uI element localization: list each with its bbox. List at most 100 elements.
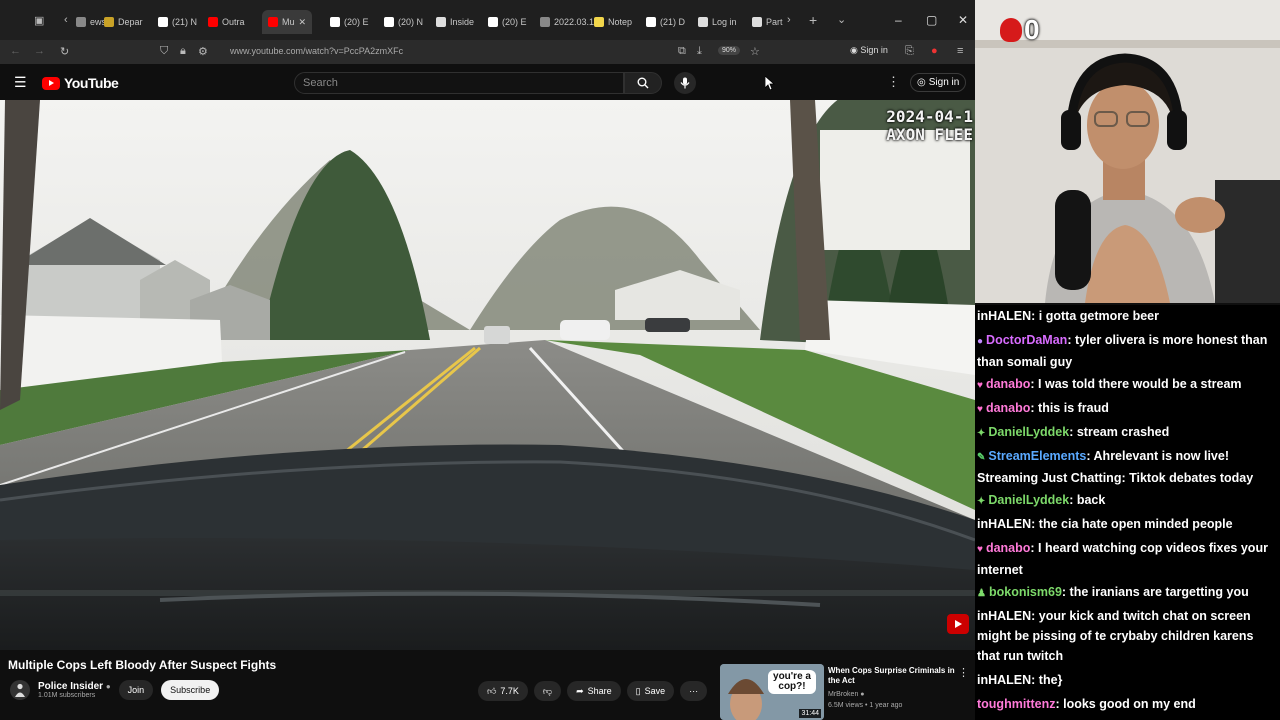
like-button[interactable]: 👍︎ 7.7K: [478, 681, 528, 701]
close-window-icon[interactable]: ✕: [958, 13, 968, 27]
browser-sign-in-button[interactable]: ◉ Sign in: [850, 45, 888, 56]
dislike-button[interactable]: 👎︎: [533, 681, 562, 701]
extensions-icon[interactable]: ⎘: [905, 45, 914, 58]
browser-tab[interactable]: (20) N: [384, 10, 423, 34]
chat-username: DanielLyddek: [988, 425, 1070, 439]
shield-icon[interactable]: ⛉: [160, 45, 168, 58]
youtube-sign-in-button[interactable]: ◎ Sign in: [910, 73, 967, 92]
search-button[interactable]: [624, 72, 662, 94]
browser-tab[interactable]: (21) N: [158, 10, 197, 34]
chat-text: : i gotta getmore beer: [1031, 309, 1159, 323]
verified-icon: ●: [105, 682, 111, 691]
channel-row: Police Insider ● 1.01M subscribers Join …: [10, 680, 220, 700]
chat-username: danabo: [985, 541, 1031, 555]
hamburger-menu-icon[interactable]: ☰: [14, 74, 27, 91]
tab-actions-icon[interactable]: ▣: [34, 14, 44, 27]
channel-watermark-icon[interactable]: [947, 614, 969, 634]
tab-favicon-icon: [436, 17, 446, 27]
police-figure-icon: [15, 683, 25, 697]
tab-label: Outra: [222, 17, 245, 27]
search-input[interactable]: Search: [294, 72, 624, 94]
chat-badge-icon: ✦: [977, 428, 986, 439]
chat-username: StreamElements: [988, 449, 1087, 463]
tab-favicon-icon: [698, 17, 708, 27]
new-tab-icon[interactable]: +: [809, 12, 817, 28]
bookmark-star-icon[interactable]: ☆: [750, 45, 760, 58]
chat-text: : the}: [1031, 673, 1063, 687]
close-tab-icon[interactable]: ✕: [299, 17, 307, 28]
browser-tab[interactable]: Outra: [208, 10, 245, 34]
settings-kebab-icon[interactable]: ⋮: [887, 74, 900, 90]
chat-message: inHALEN: the cia hate open minded people: [977, 514, 1275, 534]
more-actions-button[interactable]: ···: [680, 681, 708, 701]
back-icon[interactable]: ←: [10, 45, 21, 57]
tab-scroll-right-icon[interactable]: ›: [787, 14, 791, 26]
tab-label: Log in: [712, 17, 737, 27]
youtube-logo[interactable]: YouTube: [42, 75, 119, 91]
browser-tab[interactable]: Depar: [104, 10, 143, 34]
forward-icon[interactable]: →: [34, 45, 45, 57]
chat-badge-icon: ♥: [977, 404, 983, 415]
lock-icon[interactable]: 🔒︎: [180, 45, 186, 58]
voice-search-button[interactable]: [674, 72, 696, 94]
tab-scroll-left-icon[interactable]: ‹: [64, 14, 68, 26]
recommended-more-icon[interactable]: ⋮: [958, 666, 969, 679]
permissions-icon[interactable]: ⚙: [198, 45, 208, 58]
red-badge-icon: [1000, 18, 1022, 42]
recommended-video[interactable]: you're a cop?! 31:44 When Cops Surprise …: [720, 664, 969, 720]
maximize-icon[interactable]: ▢: [926, 13, 937, 27]
browser-tab[interactable]: Notep: [594, 10, 632, 34]
address-bar[interactable]: www.youtube.com/watch?v=PccPA2zmXFc: [230, 46, 403, 56]
chat-badge-icon: ♟: [977, 588, 986, 599]
channel-name-row[interactable]: Police Insider ●: [38, 681, 111, 692]
chat-text: : this is fraud: [1030, 401, 1109, 415]
tab-favicon-icon: [646, 17, 656, 27]
chat-message: ♥ danabo: I heard watching cop videos fix…: [977, 538, 1275, 580]
download-icon[interactable]: ⤓: [697, 45, 702, 58]
browser-tab[interactable]: (20) E: [488, 10, 527, 34]
browser-tab[interactable]: (21) D: [646, 10, 685, 34]
browser-menu-icon[interactable]: ≡: [957, 45, 963, 57]
tab-favicon-icon: [488, 17, 498, 27]
minimize-icon[interactable]: –: [895, 13, 902, 27]
thumbs-up-icon: 👍︎: [487, 685, 497, 696]
browser-tab[interactable]: Inside: [436, 10, 474, 34]
recommended-channel: MrBroken: [828, 691, 859, 698]
chat-badge-icon: ●: [977, 336, 984, 347]
join-button[interactable]: Join: [118, 680, 154, 700]
tab-favicon-icon: [104, 17, 114, 27]
chat-message: inHALEN: your kick and twitch chat on sc…: [977, 606, 1275, 666]
extension-red-icon[interactable]: ●: [931, 45, 938, 57]
video-player[interactable]: 2024-04-1 AXON FLEE: [0, 100, 975, 650]
chat-badge-icon: ♥: [977, 380, 983, 391]
reload-icon[interactable]: ↻: [60, 45, 69, 58]
chat-username: DoctorDaMan: [986, 333, 1068, 347]
account-icon: ◉: [850, 45, 858, 55]
zoom-level[interactable]: 90%: [718, 46, 741, 55]
tab-list-icon[interactable]: ⌄: [837, 13, 846, 26]
save-button[interactable]: ▯ Save: [626, 681, 675, 701]
browser-tab[interactable]: Part: [752, 10, 783, 34]
subscribe-button[interactable]: Subscribe: [161, 680, 220, 700]
browser-tab[interactable]: ews: [76, 10, 106, 34]
mouse-cursor-icon: [765, 76, 775, 90]
chat-message: inHALEN: i gotta getmore beer: [977, 306, 1275, 326]
chat-message: toughmittenz: looks good on my end: [977, 694, 1275, 714]
tab-label: (20) N: [398, 17, 424, 27]
browser-tab[interactable]: (20) E: [330, 10, 369, 34]
share-button[interactable]: ➦ Share: [567, 681, 621, 701]
browser-tab[interactable]: Log in: [698, 10, 737, 34]
recommended-channel-row: MrBroken ●: [828, 689, 902, 700]
bodycam-date: 2024-04-1: [886, 107, 973, 126]
browser-tab[interactable]: Mu ✕: [262, 10, 313, 34]
recommended-title[interactable]: When Cops Surprise Criminals in the Act: [828, 666, 958, 686]
video-duration: 31:44: [799, 709, 821, 718]
chat-message: inHALEN: the}: [977, 670, 1275, 690]
channel-avatar[interactable]: [10, 680, 30, 700]
video-actions: 👍︎ 7.7K 👎︎ ➦ Share ▯ Save ···: [478, 681, 708, 701]
tab-label: Mu: [282, 17, 295, 27]
browser-tab[interactable]: 2022.03.1: [540, 10, 594, 34]
picture-in-picture-icon[interactable]: ⧉: [678, 45, 686, 58]
chat-username: inHALEN: [977, 609, 1032, 623]
recommended-thumbnail[interactable]: you're a cop?! 31:44: [720, 664, 824, 720]
